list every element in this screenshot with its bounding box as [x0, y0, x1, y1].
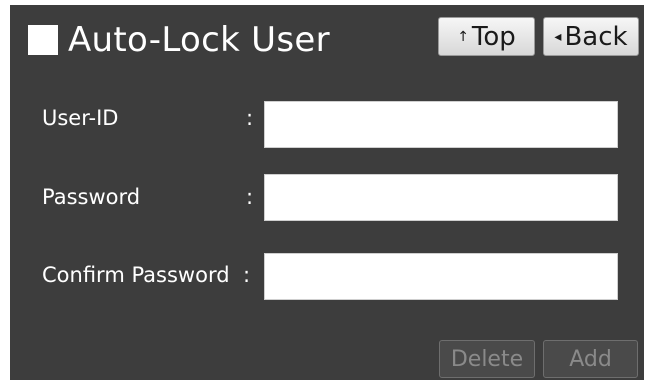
confirm-password-label: Confirm Password	[42, 263, 230, 287]
title-square-icon	[28, 25, 58, 55]
password-colon: :	[246, 185, 254, 209]
top-button-label: Top	[471, 21, 516, 52]
password-input[interactable]	[264, 174, 618, 221]
confirm-password-input[interactable]	[264, 253, 618, 300]
page-title: Auto-Lock User	[68, 20, 330, 60]
auto-lock-user-panel: Auto-Lock User ↑ Top ◂ Back User-ID : Pa…	[10, 5, 644, 380]
delete-button[interactable]: Delete	[439, 340, 535, 378]
arrow-up-icon: ↑	[457, 28, 469, 45]
top-button[interactable]: ↑ Top	[438, 17, 535, 56]
user-id-label: User-ID	[42, 106, 119, 130]
back-button[interactable]: ◂ Back	[543, 17, 639, 56]
user-id-colon: :	[246, 106, 254, 130]
add-button[interactable]: Add	[543, 340, 638, 378]
password-label: Password	[42, 185, 141, 209]
back-button-label: Back	[564, 21, 628, 52]
user-id-input[interactable]	[264, 101, 618, 148]
triangle-left-icon: ◂	[554, 28, 562, 45]
confirm-password-colon: :	[243, 263, 251, 287]
